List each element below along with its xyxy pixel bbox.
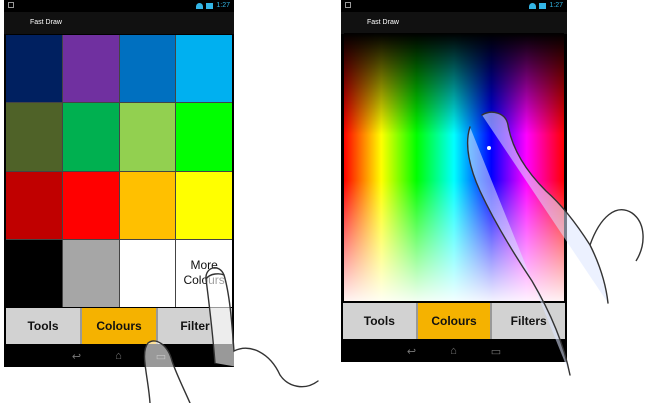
colour-swatch[interactable] [6, 103, 62, 171]
colour-swatch[interactable] [62, 171, 119, 239]
bottom-tab-bar: Tools Colours Filters [343, 303, 566, 339]
tab-filters[interactable]: Filter [158, 308, 232, 344]
colour-swatch[interactable] [119, 239, 176, 307]
tab-colours[interactable]: Colours [417, 303, 491, 339]
colour-swatch[interactable] [119, 35, 176, 103]
status-time: 1:27 [549, 2, 563, 9]
battery-icon [206, 3, 214, 9]
tab-tools[interactable]: Tools [343, 303, 416, 339]
home-icon[interactable]: ⌂ [450, 345, 457, 357]
notification-icon [345, 2, 351, 8]
more-colours-button[interactable]: More Colours [176, 239, 232, 307]
tab-filters[interactable]: Filters [492, 303, 566, 339]
colour-swatch[interactable] [119, 103, 176, 171]
more-colours-label-line1: More [190, 258, 218, 273]
back-icon[interactable]: ↩ [407, 345, 416, 358]
colour-swatch[interactable] [62, 103, 119, 171]
colour-swatch[interactable] [176, 103, 232, 171]
more-colours-label-line2: Colours [183, 273, 225, 288]
status-bar: 1:27 [341, 0, 567, 12]
app-title: Fast Draw [367, 19, 399, 26]
home-icon[interactable]: ⌂ [115, 350, 122, 362]
tab-label: Tools [363, 314, 395, 328]
colour-swatch[interactable] [176, 35, 232, 103]
status-bar: 1:27 [4, 0, 234, 12]
battery-icon [539, 3, 547, 9]
phone-screen-colour-picker: 1:27 Fast Draw Tools Colours Filters ↩ ⌂… [341, 0, 567, 362]
colour-swatch[interactable] [176, 171, 232, 239]
tab-label: Tools [27, 319, 59, 333]
tab-label: Filters [510, 314, 547, 328]
recents-icon[interactable]: ▭ [491, 345, 501, 358]
wifi-icon [196, 3, 204, 9]
colour-spectrum-picker[interactable] [344, 33, 564, 301]
recents-icon[interactable]: ▭ [156, 350, 166, 363]
tab-colours[interactable]: Colours [82, 308, 156, 344]
wifi-icon [529, 3, 537, 9]
phone-screen-palette-grid: 1:27 Fast Draw More Colours Tools Colour… [4, 0, 234, 367]
system-nav-bar: ↩ ⌂ ▭ [341, 341, 567, 361]
colour-swatch[interactable] [62, 35, 119, 103]
colour-swatch[interactable] [119, 171, 176, 239]
back-icon[interactable]: ↩ [72, 350, 81, 363]
colour-swatch[interactable] [62, 239, 119, 307]
colour-swatch[interactable] [6, 35, 62, 103]
tab-label: Filter [180, 319, 210, 333]
system-nav-bar: ↩ ⌂ ▭ [4, 346, 234, 366]
bottom-tab-bar: Tools Colours Filter [6, 308, 232, 344]
notification-icon [8, 2, 14, 8]
colour-swatch[interactable] [6, 239, 62, 307]
colour-swatch[interactable] [6, 171, 62, 239]
action-bar: Fast Draw [341, 12, 567, 34]
tab-label: Colours [431, 314, 477, 328]
status-time: 1:27 [216, 2, 230, 9]
app-title: Fast Draw [30, 19, 62, 26]
action-bar: Fast Draw [4, 12, 234, 34]
colour-swatch-grid: More Colours [6, 35, 232, 307]
tab-tools[interactable]: Tools [6, 308, 80, 344]
tab-label: Colours [96, 319, 142, 333]
